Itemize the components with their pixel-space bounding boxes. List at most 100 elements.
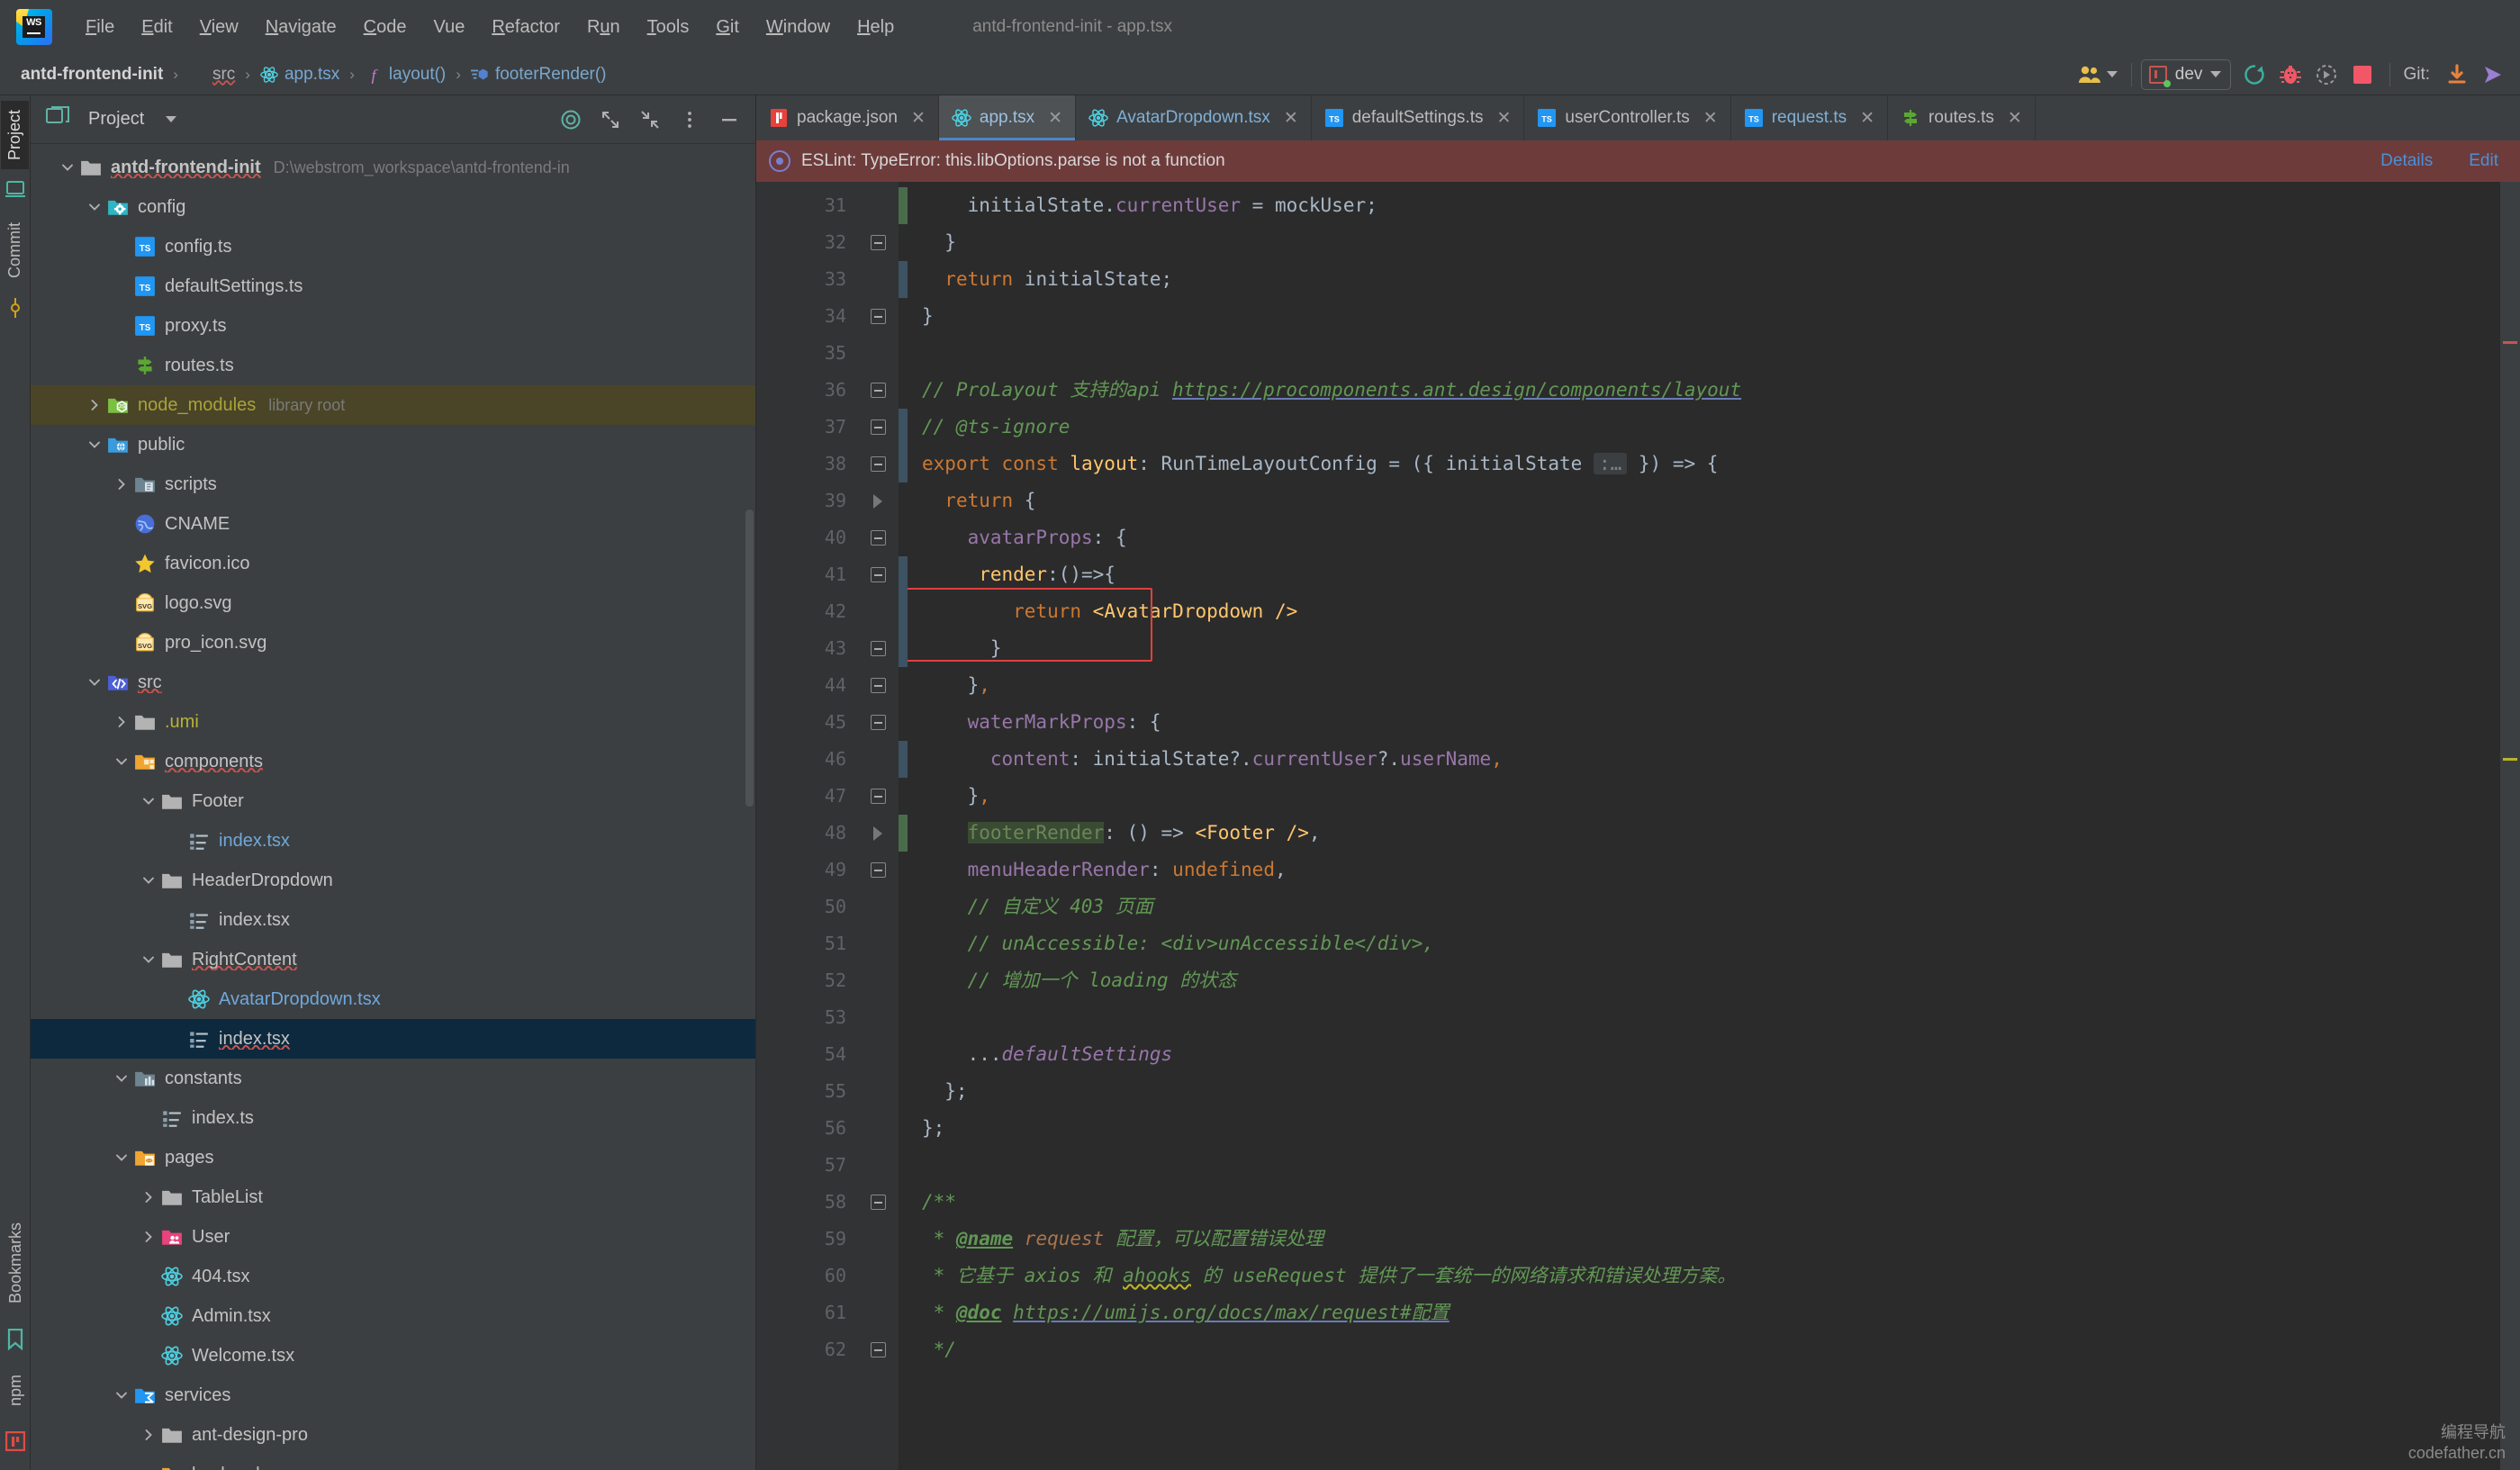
code-content[interactable]: initialState.currentUser = mockUser; } r… <box>908 182 2500 1470</box>
fold-marker[interactable] <box>857 962 899 999</box>
close-icon[interactable]: ✕ <box>1860 108 1874 129</box>
code-line[interactable]: menuHeaderRender: undefined, <box>922 852 2500 888</box>
fold-marker[interactable] <box>857 925 899 962</box>
tool-tab-commit[interactable]: Commit <box>1 213 29 287</box>
error-edit-link[interactable]: Edit <box>2469 151 2498 171</box>
chevron-down-icon[interactable] <box>56 156 79 179</box>
tree-row[interactable]: config <box>31 187 755 227</box>
code-line[interactable]: } <box>922 298 2500 335</box>
project-file-tree[interactable]: antd-frontend-init D:\webstrom_workspace\… <box>31 144 755 1470</box>
collapse-all-icon[interactable] <box>635 104 665 135</box>
fold-marker[interactable] <box>857 1221 899 1258</box>
tree-row[interactable]: SVG logo.svg <box>31 583 755 623</box>
chevron-right-icon[interactable] <box>110 710 133 734</box>
fold-marker[interactable] <box>857 1147 899 1184</box>
commit-icon[interactable] <box>6 298 24 322</box>
fold-marker[interactable] <box>857 1184 899 1221</box>
fold-marker[interactable] <box>857 1331 899 1368</box>
expand-all-icon[interactable] <box>595 104 626 135</box>
code-line[interactable]: return <AvatarDropdown /> <box>922 593 2500 630</box>
fold-marker[interactable] <box>857 1110 899 1147</box>
code-line[interactable]: return initialState; <box>922 261 2500 298</box>
editor-tab-usercontroller-ts[interactable]: TS userController.ts ✕ <box>1524 95 1731 140</box>
tree-row[interactable]: HeaderDropdown <box>31 861 755 900</box>
code-line[interactable]: }; <box>922 1073 2500 1110</box>
fold-marker[interactable] <box>857 1258 899 1294</box>
close-icon[interactable]: ✕ <box>1703 108 1718 129</box>
code-line[interactable]: waterMarkProps: { <box>922 704 2500 741</box>
more-options-icon[interactable] <box>674 104 705 135</box>
fold-marker[interactable] <box>857 446 899 482</box>
tree-row[interactable]: TS proxy.ts <box>31 306 755 346</box>
chevron-right-icon[interactable] <box>137 1423 160 1447</box>
monitor-icon[interactable] <box>5 180 25 203</box>
tree-row[interactable]: routes.ts <box>31 346 755 385</box>
menu-item-view[interactable]: View <box>186 12 252 43</box>
fold-marker[interactable] <box>857 815 899 852</box>
menu-item-git[interactable]: Git <box>702 12 753 43</box>
debug-button[interactable] <box>2272 59 2308 90</box>
chevron-down-icon[interactable] <box>137 948 160 971</box>
fold-marker[interactable] <box>857 593 899 630</box>
tool-tab-project[interactable]: Project <box>1 101 29 170</box>
tree-row[interactable]: scripts <box>31 464 755 504</box>
close-icon[interactable]: ✕ <box>1497 108 1512 129</box>
chevron-right-icon[interactable] <box>83 393 106 417</box>
tree-row[interactable]: ant-design-pro <box>31 1415 755 1455</box>
code-line[interactable]: return { <box>922 482 2500 519</box>
tool-tab-npm[interactable]: npm <box>2 1366 30 1415</box>
warning-marker[interactable] <box>2503 758 2517 761</box>
menu-item-edit[interactable]: Edit <box>128 12 185 43</box>
close-icon[interactable]: ✕ <box>2008 108 2022 129</box>
fold-marker[interactable] <box>857 519 899 556</box>
fold-marker[interactable] <box>857 888 899 925</box>
run-coverage-button[interactable] <box>2308 59 2344 90</box>
tree-row[interactable]: index.tsx <box>31 900 755 940</box>
editor-tab-routes-ts[interactable]: routes.ts ✕ <box>1888 95 2036 140</box>
code-line[interactable]: ...defaultSettings <box>922 1036 2500 1073</box>
fold-marker[interactable] <box>857 704 899 741</box>
code-line[interactable]: // unAccessible: <div>unAccessible</div>… <box>922 925 2500 962</box>
fold-marker[interactable] <box>857 482 899 519</box>
chevron-down-icon[interactable] <box>83 195 106 219</box>
code-line[interactable] <box>922 999 2500 1036</box>
chevron-down-icon[interactable] <box>83 671 106 694</box>
code-line[interactable]: export const layout: RunTimeLayoutConfig… <box>922 446 2500 482</box>
code-line[interactable]: // ProLayout 支持的api https://procomponent… <box>922 372 2500 409</box>
npm-icon[interactable] <box>5 1430 26 1456</box>
project-scrollbar[interactable] <box>745 510 754 807</box>
tree-row[interactable]: .umi <box>31 702 755 742</box>
tree-row[interactable]: src <box>31 663 755 702</box>
breadcrumb-item-src[interactable]: src <box>185 63 238 86</box>
menu-item-window[interactable]: Window <box>753 12 844 43</box>
fold-marker[interactable] <box>857 556 899 593</box>
chevron-right-icon[interactable] <box>137 1225 160 1249</box>
chevron-down-icon[interactable] <box>137 1463 160 1470</box>
menu-item-tools[interactable]: Tools <box>634 12 703 43</box>
code-line[interactable]: initialState.currentUser = mockUser; <box>922 187 2500 224</box>
editor-tab-avatardropdown-tsx[interactable]: AvatarDropdown.tsx ✕ <box>1076 95 1312 140</box>
hide-panel-icon[interactable] <box>714 104 745 135</box>
menu-item-run[interactable]: Run <box>574 12 634 43</box>
breadcrumb-item-antd-frontend-init[interactable]: antd-frontend-init <box>18 63 166 86</box>
tree-row[interactable]: CNAME <box>31 504 755 544</box>
code-line[interactable]: * @doc https://umijs.org/docs/max/reques… <box>922 1294 2500 1331</box>
fold-marker[interactable] <box>857 999 899 1036</box>
fold-marker[interactable] <box>857 1294 899 1331</box>
breadcrumb-item-layout-[interactable]: f layout() <box>362 63 448 86</box>
tree-row[interactable]: JS node_modules library root <box>31 385 755 425</box>
tree-row[interactable]: favicon.ico <box>31 544 755 583</box>
run-configuration-selector[interactable]: dev <box>2140 59 2232 90</box>
fold-marker[interactable] <box>857 372 899 409</box>
tree-row[interactable]: AvatarDropdown.tsx <box>31 979 755 1019</box>
fold-marker[interactable] <box>857 667 899 704</box>
code-line[interactable]: }, <box>922 778 2500 815</box>
chevron-down-icon[interactable] <box>110 1067 133 1090</box>
code-line[interactable]: avatarProps: { <box>922 519 2500 556</box>
breadcrumb-item-footerrender-[interactable]: footerRender() <box>468 63 610 86</box>
fold-marker[interactable] <box>857 335 899 372</box>
users-icon[interactable] <box>2073 59 2122 90</box>
tree-row[interactable]: index.tsx <box>31 821 755 861</box>
tree-row[interactable]: pages <box>31 1138 755 1177</box>
menu-item-refactor[interactable]: Refactor <box>478 12 574 43</box>
